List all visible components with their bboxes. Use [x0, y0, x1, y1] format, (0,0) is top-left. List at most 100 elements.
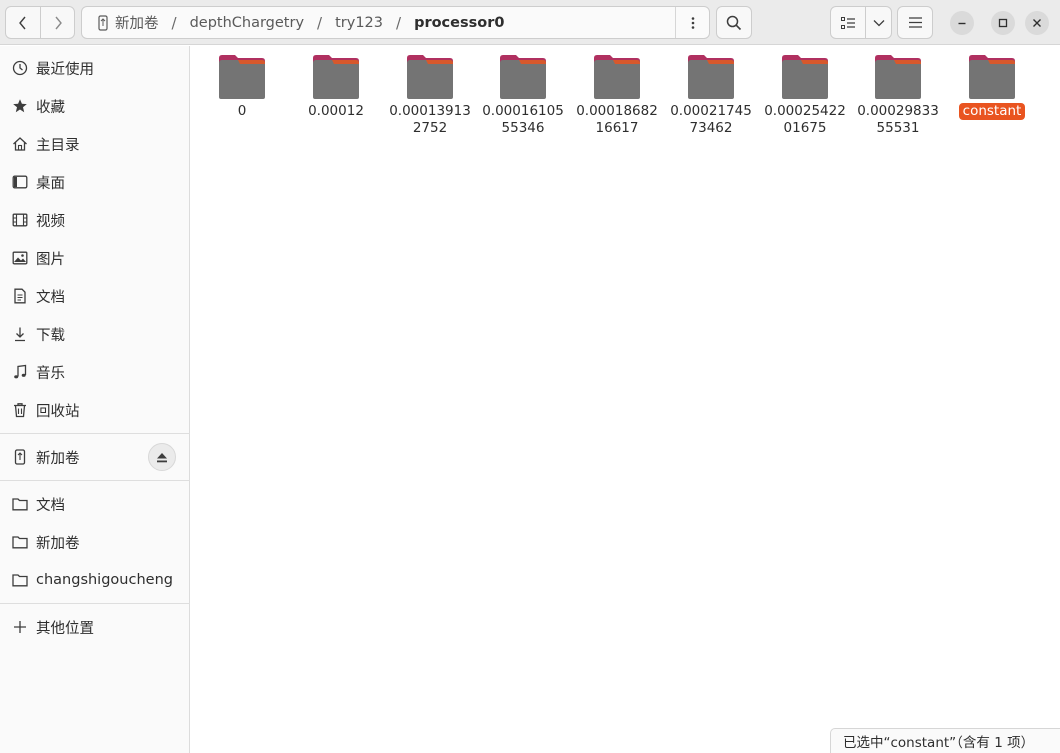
document-icon: [11, 288, 28, 305]
minimize-button[interactable]: [950, 11, 974, 35]
sidebar-item-home[interactable]: 主目录: [0, 126, 190, 162]
folder-item[interactable]: 0.000139132752: [385, 54, 475, 137]
folder-icon: [11, 496, 28, 513]
sidebar-item-label: 下载: [36, 327, 65, 344]
vertical-dots-icon: [691, 16, 694, 29]
trash-icon: [11, 402, 28, 419]
sidebar-item-desktop[interactable]: 桌面: [0, 164, 190, 200]
video-icon: [11, 212, 28, 229]
file-name: 0.00012: [308, 103, 364, 119]
file-name: 0.0002174573462: [670, 103, 752, 136]
folder-icon: [875, 55, 921, 99]
breadcrumb-separator: /: [317, 13, 323, 32]
folder-item[interactable]: 0.0001610555346: [478, 54, 568, 137]
view-options-dropdown[interactable]: [865, 6, 892, 39]
folder-item-selected[interactable]: constant: [947, 54, 1037, 120]
folder-item[interactable]: 0.00012: [291, 54, 381, 120]
sidebar-item-downloads[interactable]: 下载: [0, 316, 190, 352]
sidebar-item-music[interactable]: 音乐: [0, 354, 190, 390]
sidebar-item-label: 收藏: [36, 99, 65, 116]
sidebar-item-trash[interactable]: 回收站: [0, 392, 190, 428]
sidebar-item-volume[interactable]: 新加卷: [0, 439, 190, 475]
sidebar-item-recent[interactable]: 最近使用: [0, 50, 190, 86]
eject-button[interactable]: [148, 443, 176, 471]
folder-item[interactable]: 0.0002174573462: [666, 54, 756, 137]
folder-item[interactable]: 0.0002542201675: [760, 54, 850, 137]
file-name: 0: [237, 103, 247, 119]
plus-icon: [11, 619, 28, 636]
sidebar-item-label: 桌面: [36, 175, 65, 192]
list-view-button[interactable]: [830, 6, 866, 39]
breadcrumb-try123[interactable]: try123: [334, 15, 384, 31]
hamburger-menu-icon: [908, 17, 922, 28]
star-icon: [11, 98, 28, 115]
breadcrumb-depthchargetry[interactable]: depthChargetry: [189, 15, 305, 31]
picture-icon: [11, 250, 28, 267]
breadcrumb-current[interactable]: processor0: [413, 15, 505, 31]
sidebar-item-label: 新加卷: [36, 450, 80, 467]
sidebar-item-other-locations[interactable]: 其他位置: [0, 609, 190, 645]
usb-drive-icon: [11, 449, 28, 466]
sidebar-item-label: 视频: [36, 213, 65, 230]
folder-item[interactable]: 0.0001868216617: [572, 54, 662, 137]
file-grid: 0 0.00012 0.000139132752 0.0001610555346…: [191, 46, 1060, 753]
folder-icon: [313, 55, 359, 99]
folder-item[interactable]: 0: [197, 54, 287, 120]
maximize-button[interactable]: [991, 11, 1015, 35]
sidebar-item-documents[interactable]: 文档: [0, 278, 190, 314]
home-icon: [11, 136, 28, 153]
main-menu-button[interactable]: [897, 6, 933, 39]
file-name: 0.0001610555346: [482, 103, 564, 136]
close-button[interactable]: [1025, 11, 1049, 35]
folder-item[interactable]: 0.0002983355531: [853, 54, 943, 137]
music-icon: [11, 364, 28, 381]
chevron-right-icon: [54, 16, 62, 29]
path-options-button[interactable]: [675, 7, 709, 38]
folder-icon: [688, 55, 734, 99]
sidebar-bookmark-documents[interactable]: 文档: [0, 486, 190, 522]
search-button[interactable]: [716, 6, 752, 39]
desktop-icon: [11, 174, 28, 191]
header-bar: 新加卷 / depthChargetry / try123 / processo…: [0, 0, 1060, 45]
sidebar-item-label: 最近使用: [36, 61, 94, 78]
sidebar: 最近使用 收藏 主目录 桌面 视频 图片 文档 下载 音乐 回收站 新加卷 文档…: [0, 46, 190, 753]
folder-icon: [219, 55, 265, 99]
file-name: 0.0001868216617: [576, 103, 658, 136]
sidebar-divider: [0, 603, 190, 604]
back-button[interactable]: [5, 6, 41, 39]
folder-icon: [11, 534, 28, 551]
sidebar-item-label: 主目录: [36, 137, 80, 154]
minimize-icon: [958, 22, 966, 25]
chevron-down-icon: [873, 19, 884, 26]
sidebar-item-label: 新加卷: [36, 535, 80, 552]
chevron-left-icon: [19, 16, 26, 29]
sidebar-item-label: 回收站: [36, 403, 80, 420]
maximize-icon: [998, 18, 1008, 28]
search-icon: [726, 15, 742, 30]
file-name: 0.0002983355531: [857, 103, 939, 136]
sidebar-item-label: 图片: [36, 251, 65, 268]
folder-icon: [407, 55, 453, 99]
selection-status: 已选中“constant”（含有 1 项）: [830, 728, 1060, 753]
sidebar-divider: [0, 433, 190, 434]
breadcrumb-separator: /: [171, 13, 177, 32]
sidebar-item-pictures[interactable]: 图片: [0, 240, 190, 276]
sidebar-bookmark-changshigoucheng[interactable]: changshigoucheng: [0, 562, 190, 598]
sidebar-bookmark-volume[interactable]: 新加卷: [0, 524, 190, 560]
folder-icon: [11, 572, 28, 589]
breadcrumb-drive[interactable]: 新加卷: [114, 12, 160, 33]
usb-drive-icon: [92, 14, 114, 31]
breadcrumb-separator: /: [396, 13, 402, 32]
sidebar-item-label: 文档: [36, 497, 65, 514]
clock-icon: [11, 60, 28, 77]
sidebar-divider: [0, 480, 190, 481]
sidebar-item-label: 文档: [36, 289, 65, 306]
sidebar-item-label: 其他位置: [36, 620, 94, 637]
sidebar-item-label: changshigoucheng: [36, 572, 173, 588]
sidebar-item-videos[interactable]: 视频: [0, 202, 190, 238]
forward-button[interactable]: [40, 6, 75, 39]
file-name: 0.0002542201675: [764, 103, 846, 136]
file-name: 0.000139132752: [389, 103, 471, 136]
close-icon: [1033, 19, 1041, 27]
sidebar-item-starred[interactable]: 收藏: [0, 88, 190, 124]
